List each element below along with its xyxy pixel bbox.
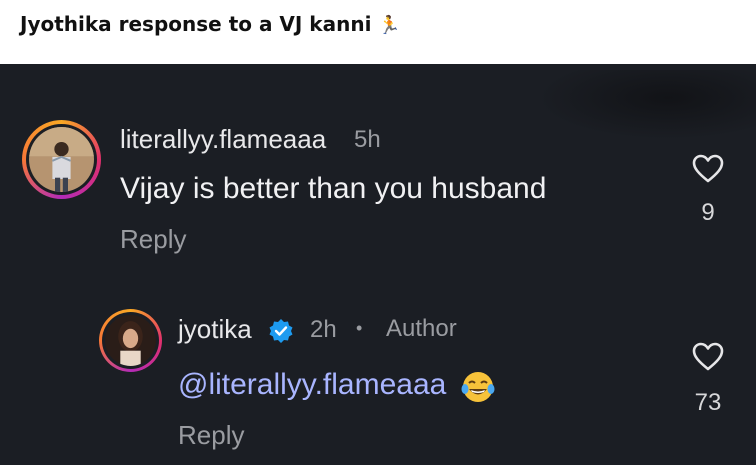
- clipped-previous-reply: · ·: [120, 64, 155, 69]
- meta-separator: •: [356, 318, 363, 338]
- like-heart-icon[interactable]: [692, 342, 724, 372]
- avatar-jyotika[interactable]: [99, 309, 162, 372]
- post-title: Jyothika response to a VJ kanni 🏃: [20, 12, 401, 36]
- verified-badge-icon: [269, 319, 293, 343]
- avatar-photo-icon: [105, 315, 156, 366]
- like-count: 73: [694, 389, 722, 416]
- post-header: Jyothika response to a VJ kanni 🏃: [0, 0, 756, 64]
- image-smudge: [536, 70, 756, 140]
- reply-button[interactable]: Reply: [178, 420, 244, 451]
- author-label: Author: [386, 315, 457, 342]
- avatar-photo-icon: [29, 127, 94, 192]
- comment-username[interactable]: literallyy.flameaaa: [120, 124, 326, 155]
- mention-link[interactable]: @literallyy.flameaaa: [178, 368, 446, 402]
- avatar-literallyy-flameaaa[interactable]: [22, 120, 101, 199]
- comment-text: Vijay is better than you husband: [120, 172, 547, 205]
- face-with-tears-of-joy-icon: [461, 372, 495, 402]
- like-count: 9: [701, 199, 715, 226]
- person-running-icon: 🏃: [378, 15, 401, 36]
- reply-time: 2h: [310, 316, 337, 343]
- comment-time: 5h: [354, 126, 381, 153]
- like-heart-icon[interactable]: [692, 154, 724, 184]
- comments-screenshot: · · literallyy.flameaaa 5h Vijay is bett…: [0, 64, 756, 465]
- reply-username[interactable]: jyotika: [178, 314, 252, 345]
- post-title-text: Jyothika response to a VJ kanni: [20, 12, 372, 36]
- reply-button[interactable]: Reply: [120, 224, 186, 255]
